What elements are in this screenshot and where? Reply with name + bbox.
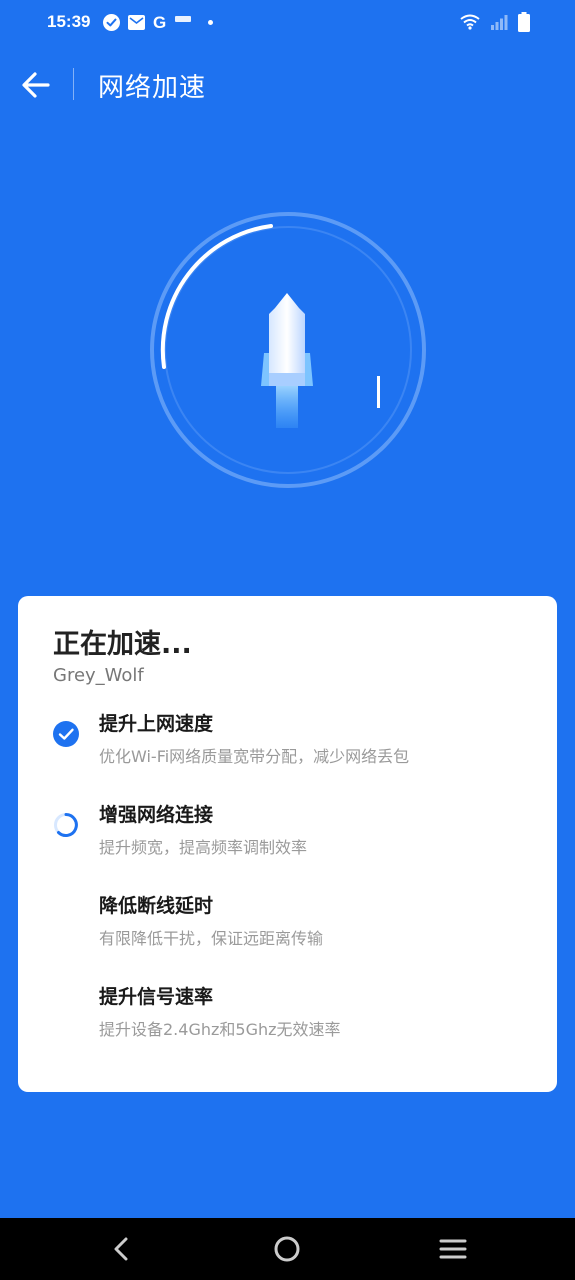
task-item: 降低断线延时 有限降低干扰，保证远距离传输 <box>18 891 557 961</box>
app-header: 网络加速 <box>0 55 575 115</box>
notification-icon <box>174 13 192 32</box>
google-icon: G <box>153 13 167 32</box>
task-title: 降低断线延时 <box>99 895 214 917</box>
speed-gauge <box>148 210 428 490</box>
task-title: 增强网络连接 <box>99 804 214 826</box>
check-circle-icon <box>103 14 120 31</box>
system-nav-bar <box>0 1218 575 1280</box>
task-title: 提升信号速率 <box>99 986 214 1008</box>
gauge-progress-arc <box>160 224 273 369</box>
nav-home-button[interactable] <box>272 1234 302 1264</box>
rocket-icon <box>261 293 313 428</box>
task-title: 提升上网速度 <box>99 713 214 735</box>
nav-home-icon <box>274 1236 300 1262</box>
system-icons <box>460 12 530 36</box>
network-name: Grey_Wolf <box>53 665 144 686</box>
status-bar: 15:39 G <box>0 0 575 48</box>
task-description: 有限降低干扰，保证远距离传输 <box>99 929 324 948</box>
back-arrow-icon <box>22 72 50 98</box>
task-item: 增强网络连接 提升频宽，提高频率调制效率 <box>18 800 557 870</box>
status-time: 15:39 <box>47 12 91 31</box>
header-divider <box>73 68 74 100</box>
task-description: 提升设备2.4Ghz和5Ghz无效速率 <box>99 1020 341 1039</box>
task-item: 提升上网速度 优化Wi-Fi网络质量宽带分配，减少网络丢包 <box>18 709 557 779</box>
wifi-icon <box>460 14 480 34</box>
dot-icon <box>208 20 214 25</box>
notification-icons: G <box>103 13 214 32</box>
mail-icon <box>128 15 145 30</box>
nav-back-button[interactable] <box>106 1234 136 1264</box>
check-icon <box>53 721 79 747</box>
nav-menu-icon <box>439 1239 467 1259</box>
gauge-tick <box>377 376 380 408</box>
signal-icon <box>490 14 508 34</box>
card-title: 正在加速... <box>53 629 192 660</box>
battery-icon <box>518 12 530 36</box>
acceleration-card: 正在加速... Grey_Wolf 提升上网速度 优化Wi-Fi网络质量宽带分配… <box>18 596 557 1092</box>
nav-back-icon <box>114 1237 128 1261</box>
nav-menu-button[interactable] <box>438 1234 468 1264</box>
task-description: 提升频宽，提高频率调制效率 <box>99 838 308 857</box>
loading-spinner-icon <box>53 812 79 838</box>
task-description: 优化Wi-Fi网络质量宽带分配，减少网络丢包 <box>99 747 410 766</box>
page-title: 网络加速 <box>98 73 207 103</box>
back-button[interactable] <box>18 65 58 105</box>
task-item: 提升信号速率 提升设备2.4Ghz和5Ghz无效速率 <box>18 982 557 1052</box>
